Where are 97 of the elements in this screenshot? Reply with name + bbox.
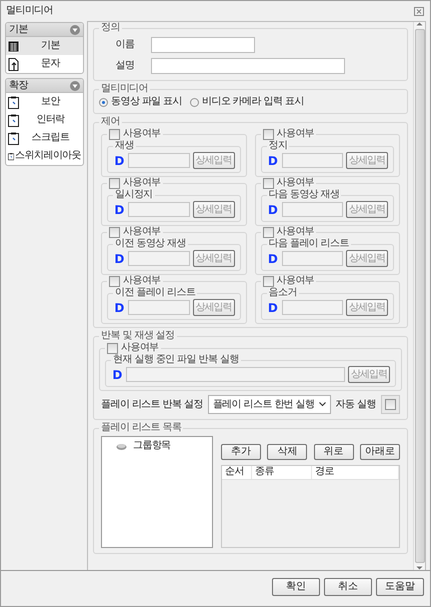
- checkbox-label: 사용여부: [123, 226, 161, 238]
- group-label: 일시정지: [115, 189, 153, 201]
- command-field[interactable]: [282, 300, 343, 315]
- group-label: 이전 동영상 재생: [115, 238, 186, 250]
- folder-icon: [116, 442, 127, 450]
- section-title: 반복 및 재생 설정: [101, 330, 175, 342]
- scroll-up-icon: [416, 22, 423, 26]
- column-header[interactable]: 경로: [312, 466, 399, 479]
- radio-option[interactable]: 동영상 파일 표시: [99, 96, 182, 108]
- radio-option[interactable]: 비디오 카메라 입력 표시: [190, 96, 304, 108]
- field-label: 이름: [114, 39, 136, 51]
- section-title: 멀티미디어: [101, 83, 148, 95]
- list-button[interactable]: 삭제: [267, 444, 308, 460]
- sidebar-item[interactable]: 문자: [6, 55, 83, 73]
- text-field[interactable]: [151, 37, 255, 53]
- checkbox-label: 사용여부: [121, 342, 159, 354]
- checkbox[interactable]: [262, 276, 274, 286]
- field-label: 플레이 리스트 반복 설정: [101, 398, 203, 410]
- prefix-label: D: [113, 252, 125, 264]
- command-field[interactable]: [126, 367, 345, 382]
- checkbox-label: 사용여부: [276, 226, 314, 238]
- repeat-dropdown[interactable]: 플레이 리스트 한번 실행: [208, 395, 330, 414]
- sidebar-item[interactable]: 보안: [6, 93, 83, 111]
- group-label: 이전 플레이 리스트: [115, 287, 196, 299]
- tree-item[interactable]: 그룹항목: [116, 440, 212, 452]
- checkbox[interactable]: [109, 276, 120, 286]
- section-title: 플레이 리스트 목록: [101, 422, 182, 434]
- sidebar-item[interactable]: 스위치레이아웃: [6, 147, 83, 165]
- checkbox[interactable]: [107, 342, 118, 354]
- document-icon: [8, 58, 19, 70]
- command-field[interactable]: [128, 153, 190, 168]
- sidebar-item[interactable]: 기본: [6, 37, 83, 55]
- checkbox[interactable]: [262, 128, 274, 140]
- group-label: 재생: [115, 140, 134, 152]
- checkbox-label: 사용여부: [276, 177, 314, 189]
- prefix-label: D: [266, 252, 278, 264]
- caret-icon: [318, 402, 326, 407]
- clipboard-icon: [8, 96, 19, 108]
- table-icon: [8, 40, 19, 52]
- command-field[interactable]: [128, 251, 190, 266]
- checkbox[interactable]: [262, 226, 274, 238]
- prefix-label: D: [113, 204, 125, 216]
- text-field[interactable]: [151, 58, 345, 74]
- sidebar-item[interactable]: 스크립트: [6, 129, 83, 147]
- radio-button[interactable]: [190, 98, 199, 106]
- section-title: 정의: [101, 22, 120, 34]
- checkbox[interactable]: [262, 178, 274, 188]
- list-button[interactable]: 아래로: [360, 444, 400, 460]
- group-header[interactable]: 확장: [6, 79, 83, 93]
- group-label: 현재 실행 중인 파일 반복 실행: [113, 354, 239, 366]
- group-title: 확장: [9, 80, 28, 92]
- group-header[interactable]: 기본: [6, 23, 83, 37]
- field-label: 자동 실행: [336, 398, 376, 410]
- list-button[interactable]: 위로: [314, 444, 354, 460]
- command-field[interactable]: [282, 251, 343, 266]
- checkbox[interactable]: [109, 226, 120, 238]
- prefix-label: D: [113, 154, 125, 166]
- command-field[interactable]: [282, 153, 343, 168]
- sidebar-item[interactable]: 인터락: [6, 111, 83, 129]
- checkbox[interactable]: [109, 128, 120, 140]
- collapse-icon[interactable]: [70, 24, 80, 34]
- group-label: 다음 동영상 재생: [268, 189, 340, 201]
- checkbox[interactable]: [109, 178, 120, 188]
- dialog-button[interactable]: 취소: [324, 578, 372, 596]
- column-header[interactable]: 종류: [252, 466, 312, 479]
- checkbox-label: 사용여부: [276, 128, 314, 140]
- prefix-label: D: [266, 204, 278, 216]
- clipboard-icon: [8, 114, 19, 126]
- checkbox-label: 사용여부: [123, 275, 161, 287]
- group-label: 음소거: [268, 287, 297, 299]
- column-header[interactable]: 순서: [222, 466, 252, 479]
- radio-button[interactable]: [99, 98, 108, 106]
- dialog-button[interactable]: 도움말: [376, 578, 424, 596]
- list-button[interactable]: 추가: [221, 444, 261, 460]
- group-label: 다음 플레이 리스트: [268, 238, 349, 250]
- checkbox-label: 사용여부: [123, 128, 161, 140]
- prefix-label: D: [266, 302, 278, 314]
- checkbox-label: 사용여부: [276, 275, 314, 287]
- close-icon[interactable]: [414, 6, 424, 16]
- field-label: 설명: [114, 60, 136, 72]
- group-title: 기본: [9, 24, 28, 36]
- collapse-icon[interactable]: [70, 80, 80, 90]
- window-title: 멀티미디어: [6, 5, 54, 17]
- command-field[interactable]: [128, 300, 190, 315]
- command-field[interactable]: [282, 202, 343, 217]
- section-title: 제어: [101, 116, 120, 128]
- checkbox[interactable]: [384, 399, 396, 410]
- dialog-button[interactable]: 확인: [272, 578, 320, 596]
- prefix-label: D: [113, 302, 125, 314]
- scrollbar[interactable]: [413, 22, 425, 570]
- prefix-label: D: [266, 154, 278, 166]
- scroll-down-icon: [416, 566, 423, 570]
- checkbox-label: 사용여부: [123, 177, 161, 189]
- prefix-label: D: [111, 368, 123, 380]
- clipboard-icon: [8, 132, 19, 144]
- command-field[interactable]: [128, 202, 190, 217]
- group-label: 정지: [268, 140, 288, 152]
